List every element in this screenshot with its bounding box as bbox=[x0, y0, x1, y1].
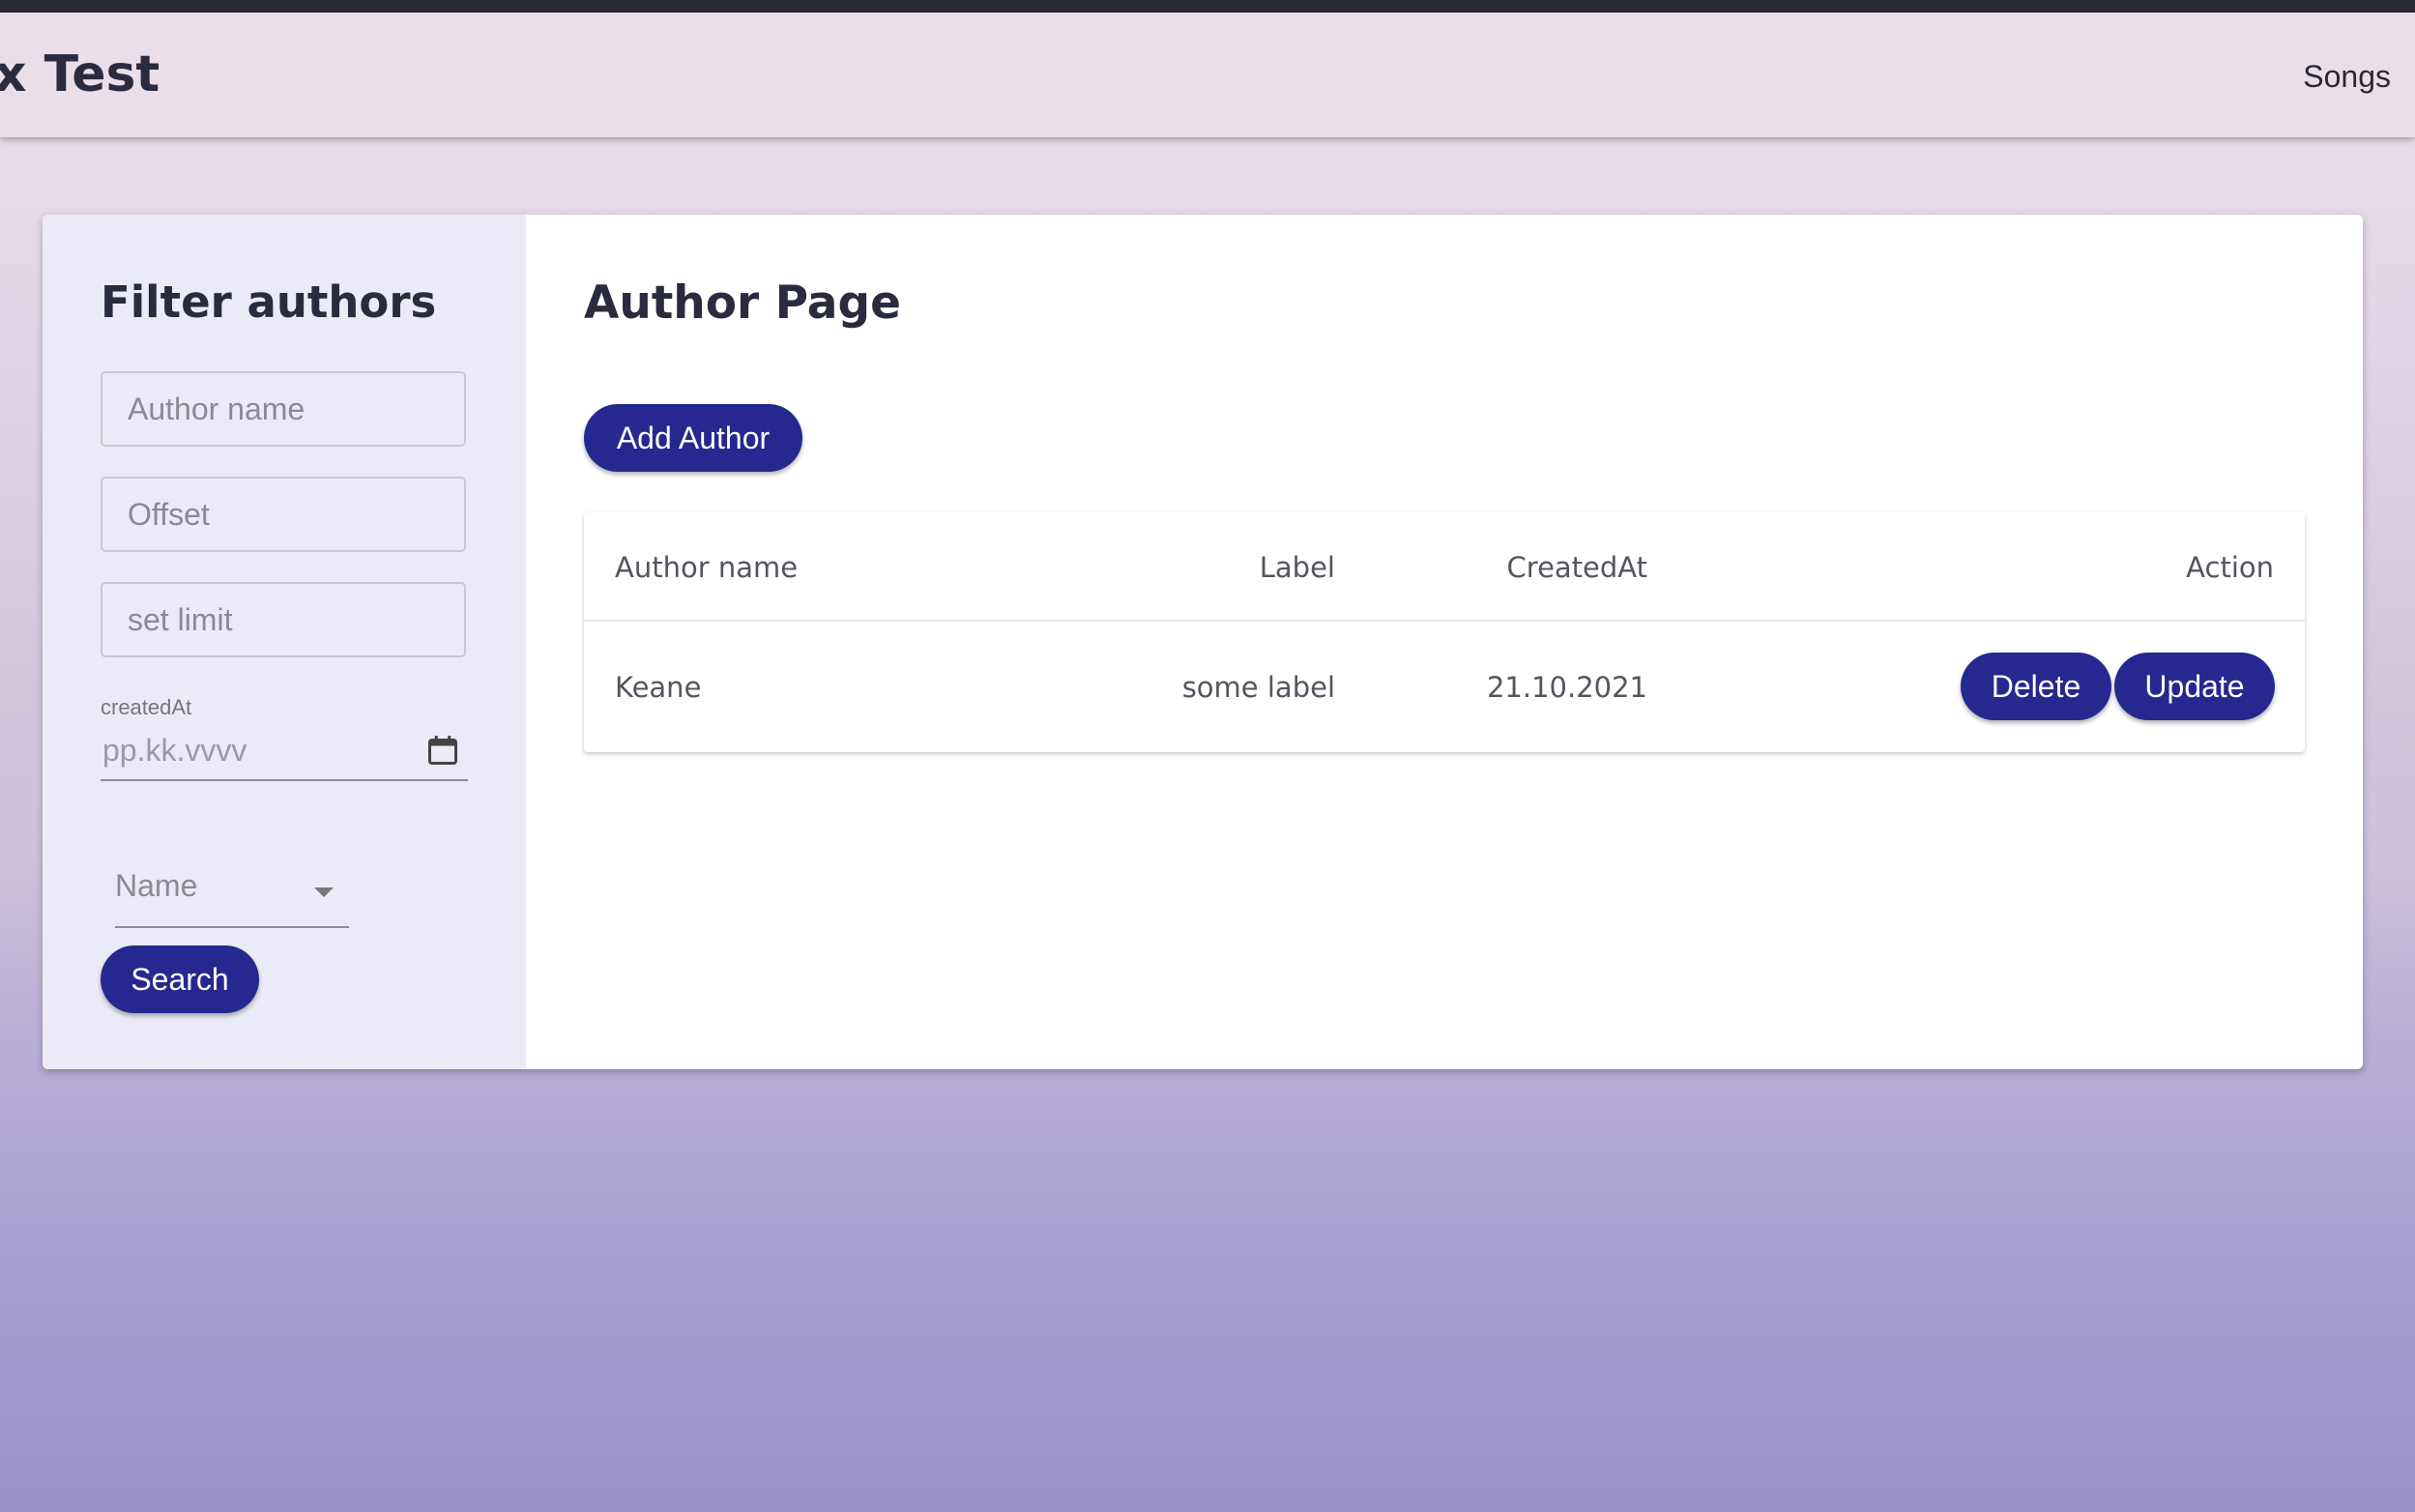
sort-select[interactable]: Name bbox=[115, 853, 349, 928]
date-placeholder: pp.kk.vvvv bbox=[102, 733, 247, 768]
cell-author-name: Keane bbox=[615, 671, 702, 704]
search-button[interactable]: Search bbox=[101, 945, 259, 1013]
delete-button[interactable]: Delete bbox=[1961, 653, 2111, 720]
authors-table: Author name Label CreatedAt Action Keane… bbox=[584, 512, 2305, 752]
author-name-input[interactable] bbox=[101, 371, 466, 447]
brand-title: x Test bbox=[0, 45, 160, 103]
cell-created-at: 21.10.2021 bbox=[1486, 671, 1647, 704]
window-top-strip bbox=[0, 0, 2415, 13]
main-card: Filter authors createdAt pp.kk.vvvv Name… bbox=[43, 215, 2363, 1069]
chevron-down-icon bbox=[314, 887, 334, 897]
nav-link-songs[interactable]: Songs bbox=[2303, 59, 2391, 95]
column-header-author-name: Author name bbox=[615, 551, 799, 584]
column-header-label: Label bbox=[1259, 551, 1335, 584]
calendar-icon[interactable] bbox=[425, 733, 460, 768]
created-at-date-field[interactable]: pp.kk.vvvv bbox=[101, 725, 468, 781]
header-divider bbox=[584, 620, 2305, 622]
created-at-label: createdAt bbox=[101, 695, 192, 719]
add-author-button[interactable]: Add Author bbox=[584, 404, 802, 472]
filter-sidebar: Filter authors createdAt pp.kk.vvvv Name… bbox=[43, 215, 526, 1069]
column-header-action: Action bbox=[2186, 551, 2274, 584]
filter-title: Filter authors bbox=[101, 276, 437, 328]
navbar: x Test Songs bbox=[0, 13, 2415, 137]
page-title: Author Page bbox=[584, 276, 902, 330]
offset-input[interactable] bbox=[101, 477, 466, 552]
column-header-created-at: CreatedAt bbox=[1506, 551, 1647, 584]
update-button[interactable]: Update bbox=[2114, 653, 2275, 720]
limit-input[interactable] bbox=[101, 582, 466, 657]
sort-select-value: Name bbox=[115, 868, 198, 903]
cell-label: some label bbox=[1181, 671, 1335, 704]
